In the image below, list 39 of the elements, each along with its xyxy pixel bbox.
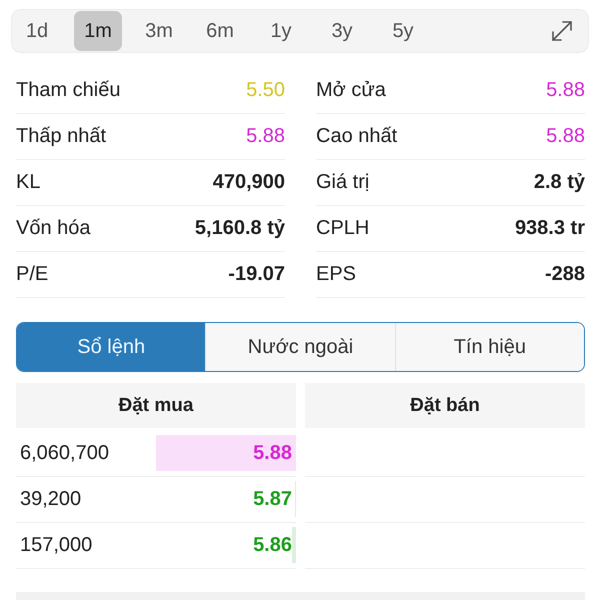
stat-value: 5,160.8 tỷ [194,217,285,240]
period-tab[interactable]: 1d [13,11,61,51]
period-tab[interactable]: 1m [74,11,122,51]
expand-icon[interactable] [551,20,573,42]
stat-label: P/E [16,263,48,286]
bid-price: 5.87 [253,488,292,511]
stat-value: 938.3 tr [514,217,585,240]
stat-label: Giá trị [316,171,370,194]
bid-volume: 39,200 [19,488,82,511]
stat-label: KL [16,171,40,194]
bid-volume: 6,060,700 [19,442,109,465]
period-tab[interactable]: 6m [196,11,244,51]
period-tab[interactable]: 3m [135,11,183,51]
stat-value: 5.88 [546,125,585,148]
stat-value: 5.88 [246,125,285,148]
stat-label: EPS [316,263,356,286]
stat-label: CPLH [316,217,370,240]
stat-label: Tham chiếu [16,79,120,102]
bid-price: 5.88 [253,442,292,465]
section-tab[interactable]: Sổ lệnh [17,323,206,371]
stat-value: 2.8 tỷ [534,171,585,194]
period-tab[interactable]: 5y [379,11,427,51]
stat-value: 5.88 [546,79,585,102]
column-header: Đặt mua [16,383,296,428]
bid-price: 5.86 [253,534,292,557]
stat-label: Thấp nhất [16,125,106,148]
stat-label: Mở cửa [316,79,386,102]
section-tab[interactable]: Nước ngoài [205,323,395,371]
period-tab[interactable]: 3y [318,11,366,51]
bid-volume: 157,000 [19,534,92,557]
column-header: Đặt bán [305,383,585,428]
stat-label: Cao nhất [316,125,398,148]
period-tab[interactable]: 1y [257,11,305,51]
section-tab[interactable]: Tín hiệu [394,323,584,371]
stat-label: Vốn hóa [16,217,91,240]
stat-value: -288 [544,263,585,286]
stat-value: 5.50 [246,79,285,102]
stat-value: -19.07 [228,263,285,286]
stat-value: 470,900 [212,171,285,194]
